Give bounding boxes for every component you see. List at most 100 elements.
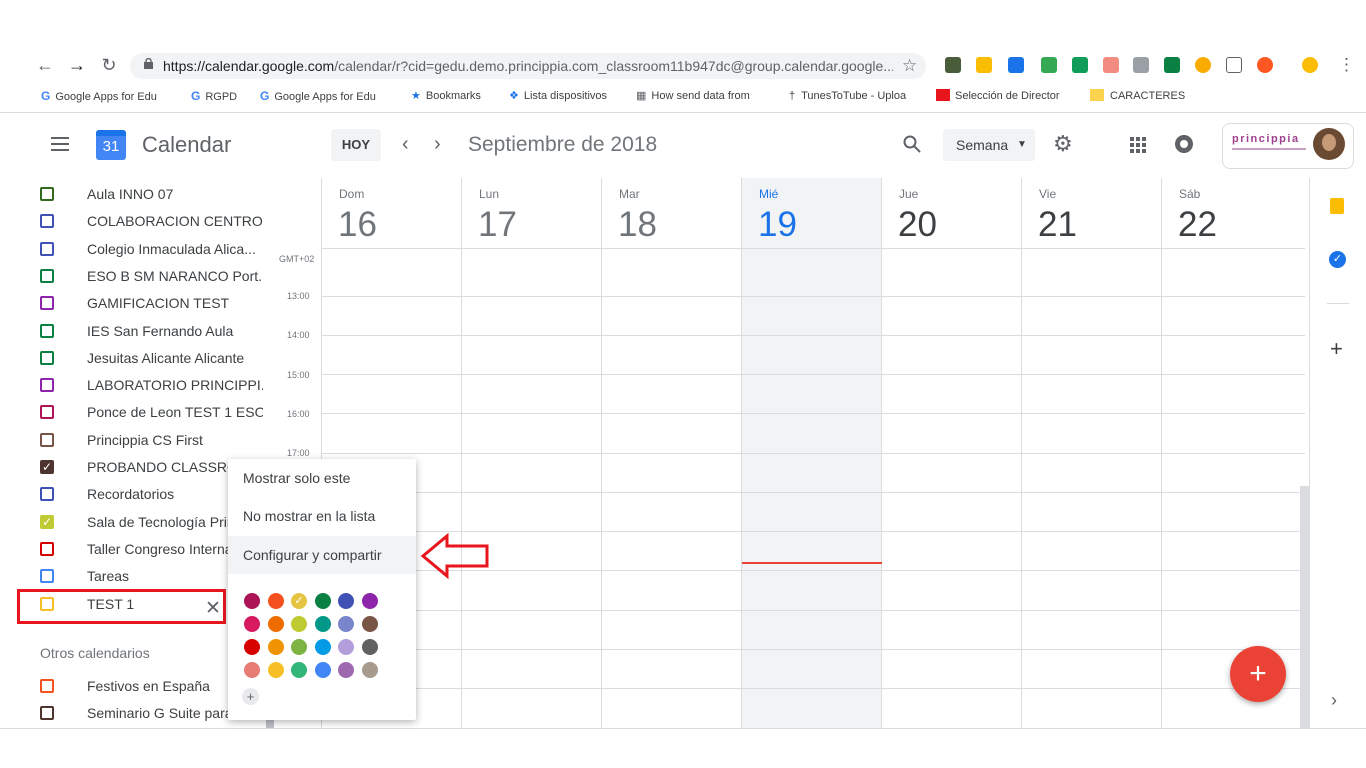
calendar-checkbox[interactable] xyxy=(40,487,54,502)
avatar[interactable] xyxy=(1313,128,1345,160)
calendar-list-item[interactable]: Princippia CS First xyxy=(0,427,275,454)
calendar-checkbox[interactable] xyxy=(40,569,54,584)
color-swatch[interactable] xyxy=(338,662,354,678)
calendar-checkbox[interactable] xyxy=(40,214,54,229)
back-icon[interactable]: ← xyxy=(34,54,56,76)
bookmark-item[interactable]: ❖ Lista dispositivos xyxy=(509,88,607,104)
next-week-icon[interactable]: › xyxy=(434,134,441,154)
week-grid[interactable]: GMT+02 Dom 16 Lun 17 Mar 18 Mié 19 Jue 20 Vie 21 Sáb… xyxy=(275,178,1305,728)
extension-translate-icon[interactable] xyxy=(1041,57,1057,73)
color-swatch[interactable] xyxy=(314,593,331,609)
calendar-list-item[interactable]: GAMIFICACION TEST xyxy=(0,290,275,317)
today-button[interactable]: HOY xyxy=(331,129,381,161)
day-number[interactable]: 18 xyxy=(618,205,657,245)
extension-gray-icon[interactable] xyxy=(1133,57,1149,73)
color-swatch[interactable] xyxy=(361,593,378,609)
keep-icon[interactable] xyxy=(1330,198,1344,214)
color-swatch[interactable] xyxy=(244,662,260,678)
url-text[interactable]: https://calendar.google.com/calendar/r?c… xyxy=(163,58,893,74)
reload-icon[interactable]: ↻ xyxy=(98,54,120,76)
main-menu-icon[interactable] xyxy=(51,137,69,151)
color-swatch[interactable] xyxy=(267,639,284,655)
cast-icon[interactable] xyxy=(1226,57,1242,73)
extension-classroom-icon[interactable] xyxy=(1072,57,1088,73)
calendar-list-item[interactable]: LABORATORIO PRINCIPPI... xyxy=(0,372,275,399)
menu-item-hide-from-list[interactable]: No mostrar en la lista xyxy=(228,497,416,535)
calendar-list-item[interactable]: ESO B SM NARANCO Port... xyxy=(0,263,275,290)
calendar-list-item[interactable]: COLABORACION CENTRO... xyxy=(0,208,275,235)
color-swatch[interactable] xyxy=(361,662,378,678)
color-swatch[interactable] xyxy=(314,616,331,632)
color-swatch[interactable] xyxy=(338,639,354,655)
day-number[interactable]: 16 xyxy=(338,205,377,245)
menu-item-show-only-this[interactable]: Mostrar solo este xyxy=(228,459,416,497)
search-icon[interactable] xyxy=(903,135,921,153)
calendar-checkbox[interactable] xyxy=(40,241,54,256)
calendar-checkbox[interactable] xyxy=(40,541,54,556)
day-number[interactable]: 21 xyxy=(1038,205,1077,245)
calendar-checkbox[interactable] xyxy=(40,706,54,720)
menu-item-settings-and-sharing[interactable]: Configurar y compartir xyxy=(228,536,416,574)
calendar-list-item[interactable]: Colegio Inmaculada Alica... xyxy=(0,236,275,263)
bookmark-item[interactable]: † TunesToTube - Uploa xyxy=(789,88,906,104)
bookmark-item[interactable]: ★ Bookmarks xyxy=(411,88,481,104)
prev-week-icon[interactable]: ‹ xyxy=(402,134,409,154)
calendar-checkbox[interactable] xyxy=(40,405,54,420)
color-swatch[interactable] xyxy=(244,639,260,655)
color-swatch[interactable] xyxy=(291,639,307,655)
color-swatch[interactable] xyxy=(338,616,354,632)
calendar-checkbox[interactable] xyxy=(40,323,54,338)
calendar-list-item[interactable]: Ponce de Leon TEST 1 ESO xyxy=(0,399,275,426)
day-number[interactable]: 17 xyxy=(478,205,517,245)
color-swatch[interactable] xyxy=(291,616,307,632)
calendar-checkbox[interactable]: ✓ xyxy=(40,514,54,529)
add-custom-color-icon[interactable]: + xyxy=(242,688,259,705)
bookmark-item[interactable]: G Google Apps for Edu xyxy=(260,88,376,105)
settings-gear-icon[interactable]: ⚙ xyxy=(1053,133,1073,155)
bookmark-item[interactable]: G Google Apps for Edu xyxy=(41,88,157,105)
color-swatch[interactable] xyxy=(314,639,331,655)
color-swatch[interactable] xyxy=(267,662,284,678)
view-selector[interactable]: Semana ▼ xyxy=(943,129,1035,161)
calendar-checkbox[interactable] xyxy=(40,432,54,447)
day-number[interactable]: 19 xyxy=(758,205,797,245)
apps-grid-icon[interactable] xyxy=(1130,137,1146,153)
calendar-checkbox[interactable] xyxy=(40,268,54,283)
bookmark-item[interactable]: Selección de Director xyxy=(936,88,1060,104)
expand-panel-chevron-icon[interactable]: › xyxy=(1331,690,1337,711)
bookmark-item[interactable]: ▦ How send data from xyxy=(636,88,750,104)
calendar-list-item[interactable]: IES San Fernando Aula xyxy=(0,318,275,345)
calendar-checkbox[interactable] xyxy=(40,679,54,693)
color-swatch[interactable] xyxy=(267,616,284,632)
color-swatch[interactable] xyxy=(314,662,331,678)
extension-shield-icon[interactable] xyxy=(945,57,961,73)
extension-cast-icon[interactable] xyxy=(1103,57,1119,73)
profile-extension-icon[interactable] xyxy=(1302,57,1318,73)
calendar-checkbox[interactable] xyxy=(40,296,54,311)
bookmark-item[interactable]: CARACTERES xyxy=(1090,88,1185,104)
create-event-button[interactable]: + xyxy=(1230,646,1286,702)
calendar-list-item[interactable]: Jesuitas Alicante Alicante xyxy=(0,345,275,372)
color-swatch[interactable] xyxy=(244,593,260,609)
color-swatch[interactable] xyxy=(244,616,260,632)
extension-feed-icon[interactable] xyxy=(1164,57,1180,73)
tasks-icon[interactable]: ✓ xyxy=(1329,251,1346,268)
color-swatch[interactable] xyxy=(267,593,284,609)
bookmark-item[interactable]: G RGPD xyxy=(191,88,237,105)
calendar-checkbox[interactable] xyxy=(40,187,54,201)
calendar-list-item[interactable]: Aula INNO 07 xyxy=(0,181,275,208)
add-addon-icon[interactable]: + xyxy=(1330,336,1343,362)
grid-scrollbar[interactable] xyxy=(1300,486,1309,728)
calendar-checkbox[interactable] xyxy=(40,378,54,393)
extension-screenshot-icon[interactable] xyxy=(1008,57,1024,73)
day-number[interactable]: 22 xyxy=(1178,205,1217,245)
chrome-menu-icon[interactable]: ⋮ xyxy=(1338,55,1355,75)
calendar-checkbox[interactable]: ✓ xyxy=(40,460,54,474)
extension-drive-icon[interactable] xyxy=(976,57,992,73)
bookmark-star-icon[interactable]: ☆ xyxy=(902,56,917,76)
color-swatch[interactable] xyxy=(338,593,354,609)
calendar-checkbox[interactable] xyxy=(40,350,54,365)
extension-emoji-icon[interactable] xyxy=(1195,57,1211,73)
color-swatch-selected[interactable]: ✓ xyxy=(291,593,307,609)
color-swatch[interactable] xyxy=(361,639,378,655)
